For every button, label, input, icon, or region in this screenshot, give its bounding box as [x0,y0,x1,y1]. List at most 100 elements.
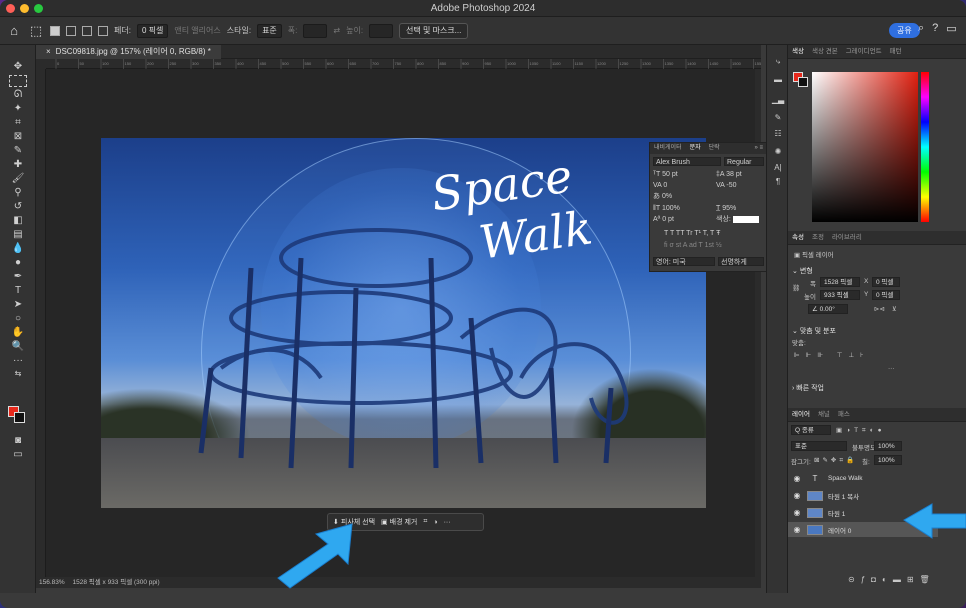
kerning-field[interactable]: VA 0 [653,181,667,190]
horizontal-ruler[interactable]: 0 50 100 150 200 250 300 350 400 450 500 550 600 650 7… [46,59,764,69]
subtract-selection-icon[interactable] [82,25,92,36]
vertical-scale-field[interactable]: ‖T 100% [653,204,680,213]
visibility-eye-icon[interactable]: ◉ [792,491,802,500]
color-picker-field[interactable] [812,72,918,222]
tab-layers[interactable]: 레이어 [792,408,810,421]
blend-mode-select[interactable]: 표준 [791,441,847,451]
brush-settings-icon[interactable]: ✎ [771,113,785,123]
opentype-buttons[interactable]: fi σ st A ad T 1st ½ [664,241,722,250]
add-selection-icon[interactable] [66,25,76,36]
lasso-tool-icon[interactable]: ᘏ [9,89,27,101]
more-tools-icon[interactable]: ··· [9,355,27,367]
type-tool-icon[interactable]: T [9,285,27,297]
close-window-button[interactable] [6,4,15,13]
path-selection-tool-icon[interactable]: ➤ [9,299,27,311]
antialias-select[interactable]: 선명하게 [718,257,764,266]
new-selection-icon[interactable] [50,25,60,36]
select-and-mask-button[interactable]: 선택 및 마스크... [399,22,469,39]
type-style-buttons[interactable]: T T TT Tr T¹ T, T Ŧ [664,229,720,238]
tab-patterns[interactable]: 패턴 [890,45,902,58]
y-prop-input[interactable]: 0 픽셀 [872,290,900,300]
font-family-select[interactable]: Alex Brush [653,157,721,166]
swap-icon[interactable]: ⇄ [333,26,340,35]
font-size-field[interactable]: ᵀT 50 pt [653,170,678,179]
pen-tool-icon[interactable]: ✒ [9,271,27,283]
comments-icon[interactable]: ▬ [771,75,785,85]
blur-tool-icon[interactable]: 💧 [9,243,27,255]
quick-actions-title[interactable]: › 빠른 작업 [792,383,824,393]
rectangular-marquee-tool-icon[interactable] [9,75,27,87]
transform-section-title[interactable]: ⌄ 변형 [792,266,813,276]
object-selection-tool-icon[interactable]: ✦ [9,103,27,115]
eraser-tool-icon[interactable]: ◧ [9,215,27,227]
opacity-input[interactable]: 100% [874,441,902,451]
adjust-icon[interactable]: ◑ [433,519,437,526]
angle-input[interactable]: ∠ 0.00° [808,304,848,314]
spot-healing-tool-icon[interactable]: ✚ [9,159,27,171]
tsume-field[interactable]: あ 0% [653,192,672,201]
marquee-tool-preset-icon[interactable]: ⬚ [28,23,44,39]
height-input[interactable] [369,23,394,38]
width-prop-input[interactable]: 1528 픽셀 [820,277,860,287]
visibility-eye-icon[interactable]: ◉ [792,508,802,517]
panel-bg-swatch[interactable] [798,77,808,87]
language-select[interactable]: 영어: 미국 [653,257,715,266]
transform-icon[interactable]: ⌗ [423,518,427,526]
tab-gradients[interactable]: 그레이디언트 [846,45,882,58]
tab-paths[interactable]: 패스 [838,408,850,421]
flip-horizontal-icon[interactable]: ⊳⊲ [874,305,885,313]
close-tab-icon[interactable]: × [46,47,51,56]
document-canvas[interactable]: Space Walk [101,138,706,508]
align-buttons[interactable]: ⊫⊩⊪ ⊤⊥⊦ [794,351,870,359]
share-button[interactable]: 공유 [889,23,920,38]
crop-tool-icon[interactable]: ⌗ [9,117,27,129]
feather-input[interactable]: 0 픽셀 [136,23,169,38]
tab-channels[interactable]: 채널 [818,408,830,421]
quick-mask-icon[interactable]: ◙ [9,435,27,447]
tab-paragraph[interactable]: 단락 [709,143,720,154]
width-input[interactable] [303,23,328,38]
intersect-selection-icon[interactable] [98,25,108,36]
visibility-eye-icon[interactable]: ◉ [792,474,802,483]
tab-navigator[interactable]: 내비게이터 [654,143,682,154]
hue-slider[interactable] [921,72,929,222]
background-color-swatch[interactable] [14,412,25,423]
visibility-eye-icon[interactable]: ◉ [792,525,802,534]
horizontal-scale-field[interactable]: T̲ 95% [716,204,736,213]
move-tool-icon[interactable]: ✥ [9,61,27,73]
workspace-icon[interactable]: ▭ [946,22,956,35]
home-icon[interactable]: ⌂ [6,23,22,38]
more-options-button[interactable]: ··· [444,519,451,526]
panel-menu-icon[interactable]: » ≡ [754,143,766,154]
history-brush-tool-icon[interactable]: ↺ [9,201,27,213]
link-dimensions-icon[interactable]: ⛓ [792,284,800,292]
help-icon[interactable]: ? [932,22,938,35]
flip-vertical-icon[interactable]: ⊻ [892,305,897,313]
eyedropper-tool-icon[interactable]: ✎ [9,145,27,157]
document-info[interactable]: 1528 픽셀 x 933 픽셀 (300 ppi) [72,579,159,586]
minimize-window-button[interactable] [20,4,29,13]
character-panel-icon[interactable]: A| [771,163,785,173]
zoom-tool-icon[interactable]: 🔍 [9,341,27,353]
layer-actions[interactable]: ⊝ƒ◘◐▬⊞🗑 [848,575,936,584]
antialias-checkbox[interactable]: 앤티 앨리어스 [174,25,220,36]
tab-adjustments[interactable]: 조정 [812,231,824,244]
tab-color[interactable]: 색상 [792,45,804,58]
zoom-level[interactable]: 156.83% [39,579,65,586]
color-field[interactable]: 색상: [716,215,759,224]
dodge-tool-icon[interactable]: ● [9,257,27,269]
document-tab[interactable]: × DSC09818.jpg @ 157% (레이어 0, RGB/8) * [36,45,221,59]
glyphs-icon[interactable]: ✺ [771,147,785,157]
tab-libraries[interactable]: 라이브러리 [832,231,862,244]
text-color-swatch[interactable] [732,215,759,223]
gradient-tool-icon[interactable]: ▤ [9,229,27,241]
font-style-select[interactable]: Regular [724,157,764,166]
history-icon[interactable]: ⤷ [771,57,785,67]
align-section-title[interactable]: ⌄ 맞춤 및 분포 [792,326,836,336]
hand-tool-icon[interactable]: ✋ [9,327,27,339]
layer-filter-icons[interactable]: ▣◑T⌗◐● [836,426,886,435]
zoom-window-button[interactable] [34,4,43,13]
baseline-field[interactable]: Aª 0 pt [653,215,674,224]
tab-properties[interactable]: 속성 [792,231,804,244]
tab-swatches[interactable]: 색상 견본 [812,45,838,58]
